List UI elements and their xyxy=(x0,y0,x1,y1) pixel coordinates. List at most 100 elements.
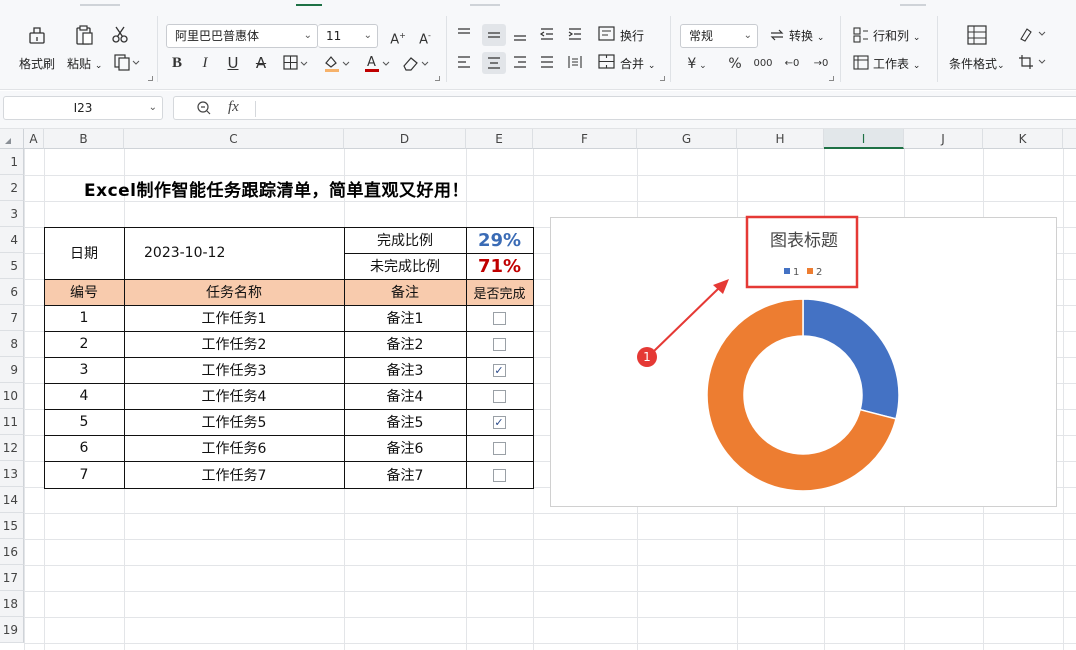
task-note-cell[interactable]: 备注7 xyxy=(344,461,466,488)
row-header[interactable]: 15 xyxy=(0,513,24,539)
row-header[interactable]: 7 xyxy=(0,305,24,331)
row-header[interactable]: 8 xyxy=(0,331,24,357)
copy-icon[interactable] xyxy=(113,53,143,71)
row-header[interactable]: 17 xyxy=(0,565,24,591)
task-id-cell[interactable]: 1 xyxy=(44,305,124,331)
cut-icon[interactable] xyxy=(110,24,132,44)
number-format-select[interactable]: 常规 ⌄ xyxy=(680,24,758,48)
task-name-cell[interactable]: 工作任务7 xyxy=(124,461,344,488)
row-header[interactable]: 2 xyxy=(0,175,24,201)
conditional-format-button[interactable]: 条件格式⌄ xyxy=(949,55,1005,72)
undone-ratio-label-cell[interactable]: 未完成比例 xyxy=(344,253,466,279)
table-header-cell[interactable]: 是否完成 xyxy=(466,279,533,305)
task-id-cell[interactable]: 7 xyxy=(44,461,124,488)
row-header[interactable]: 11 xyxy=(0,409,24,435)
font-color-icon[interactable]: A xyxy=(362,53,392,73)
font-size-select[interactable]: 11 ⌄ xyxy=(318,24,378,48)
task-id-cell[interactable]: 2 xyxy=(44,331,124,357)
distributed-align-icon[interactable] xyxy=(567,54,587,70)
convert-button[interactable]: 转换 ⌄ xyxy=(789,27,824,44)
increase-decimal-icon[interactable]: ←0 xyxy=(781,55,803,73)
task-done-checkbox[interactable] xyxy=(492,390,506,403)
task-id-cell[interactable]: 5 xyxy=(44,409,124,435)
done-ratio-label-cell[interactable]: 完成比例 xyxy=(344,227,466,253)
format-painter-icon[interactable] xyxy=(26,24,48,46)
row-col-button[interactable]: 行和列 ⌄ xyxy=(873,27,920,44)
align-middle-icon[interactable] xyxy=(482,24,506,46)
row-header[interactable]: 1 xyxy=(0,149,24,175)
column-header[interactable]: I xyxy=(824,129,904,149)
task-done-checkbox[interactable] xyxy=(492,442,506,455)
decrease-decimal-icon[interactable]: →0 xyxy=(810,55,832,73)
crop-icon[interactable] xyxy=(1018,54,1050,70)
underline-button[interactable]: U xyxy=(225,54,241,72)
row-header[interactable]: 5 xyxy=(0,253,24,279)
zoom-icon[interactable] xyxy=(196,100,212,119)
name-box[interactable]: I23 ⌄ xyxy=(3,96,163,120)
task-id-cell[interactable]: 6 xyxy=(44,435,124,461)
currency-icon[interactable]: ¥ ⌄ xyxy=(684,55,710,75)
column-header[interactable]: H xyxy=(737,129,824,149)
percent-icon[interactable]: % xyxy=(726,55,744,73)
task-name-cell[interactable]: 工作任务1 xyxy=(124,305,344,331)
paste-icon[interactable] xyxy=(73,24,95,46)
table-header-cell[interactable]: 任务名称 xyxy=(124,279,344,305)
row-header[interactable]: 16 xyxy=(0,539,24,565)
italic-button[interactable]: I xyxy=(197,54,213,72)
task-done-checkbox[interactable] xyxy=(492,312,506,325)
row-header[interactable]: 19 xyxy=(0,617,24,643)
row-header[interactable]: 12 xyxy=(0,435,24,461)
row-header[interactable]: 13 xyxy=(0,461,24,487)
undone-ratio-value-cell[interactable]: 71% xyxy=(466,253,533,279)
row-header[interactable]: 4 xyxy=(0,227,24,253)
column-header[interactable]: K xyxy=(983,129,1063,149)
convert-icon[interactable] xyxy=(768,27,788,43)
justify-icon[interactable] xyxy=(539,54,559,70)
align-left-icon[interactable] xyxy=(456,54,476,70)
select-all-corner[interactable] xyxy=(0,129,24,149)
task-id-cell[interactable]: 3 xyxy=(44,357,124,383)
font-name-select[interactable]: 阿里巴巴普惠体 ⌄ xyxy=(166,24,318,48)
column-header[interactable]: A xyxy=(24,129,44,149)
task-done-checkbox[interactable]: ✓ xyxy=(492,416,506,429)
increase-indent-icon[interactable] xyxy=(567,26,587,42)
task-done-checkbox[interactable]: ✓ xyxy=(492,364,506,377)
format-painter-button[interactable]: 格式刷 xyxy=(19,55,55,72)
task-note-cell[interactable]: 备注2 xyxy=(344,331,466,357)
conditional-format-icon[interactable] xyxy=(966,24,990,46)
row-header[interactable]: 3 xyxy=(0,201,24,227)
date-value-cell[interactable]: 2023-10-12 xyxy=(124,227,344,279)
column-header[interactable]: F xyxy=(533,129,637,149)
merge-cells-icon[interactable] xyxy=(598,54,618,70)
doughnut-chart[interactable]: 图表标题 1 2 xyxy=(550,217,1057,507)
style-brush-icon[interactable] xyxy=(1018,26,1050,42)
border-icon[interactable] xyxy=(282,54,312,72)
task-name-cell[interactable]: 工作任务3 xyxy=(124,357,344,383)
task-name-cell[interactable]: 工作任务6 xyxy=(124,435,344,461)
task-name-cell[interactable]: 工作任务2 xyxy=(124,331,344,357)
dialog-launcher-icon[interactable] xyxy=(829,76,834,81)
task-note-cell[interactable]: 备注3 xyxy=(344,357,466,383)
row-header[interactable]: 14 xyxy=(0,487,24,513)
date-label-cell[interactable]: 日期 xyxy=(44,227,124,279)
decrease-indent-icon[interactable] xyxy=(539,26,559,42)
dialog-launcher-icon[interactable] xyxy=(660,76,665,81)
worksheet-button[interactable]: 工作表 ⌄ xyxy=(873,55,920,72)
row-col-icon[interactable] xyxy=(853,27,871,43)
task-name-cell[interactable]: 工作任务5 xyxy=(124,409,344,435)
bold-button[interactable]: B xyxy=(169,54,185,72)
row-header[interactable]: 18 xyxy=(0,591,24,617)
worksheet-icon[interactable] xyxy=(853,55,871,71)
task-name-cell[interactable]: 工作任务4 xyxy=(124,383,344,409)
wrap-text-icon[interactable] xyxy=(598,26,618,42)
task-done-checkbox[interactable] xyxy=(492,468,506,482)
increase-font-icon[interactable]: A+ xyxy=(389,27,407,49)
dialog-launcher-icon[interactable] xyxy=(435,76,440,81)
row-header[interactable]: 6 xyxy=(0,279,24,305)
column-header[interactable]: E xyxy=(466,129,533,149)
table-header-cell[interactable]: 备注 xyxy=(344,279,466,305)
merge-button[interactable]: 合并 ⌄ xyxy=(620,55,655,72)
column-header[interactable]: J xyxy=(904,129,983,149)
formula-input[interactable]: fx xyxy=(173,96,1076,120)
task-note-cell[interactable]: 备注6 xyxy=(344,435,466,461)
